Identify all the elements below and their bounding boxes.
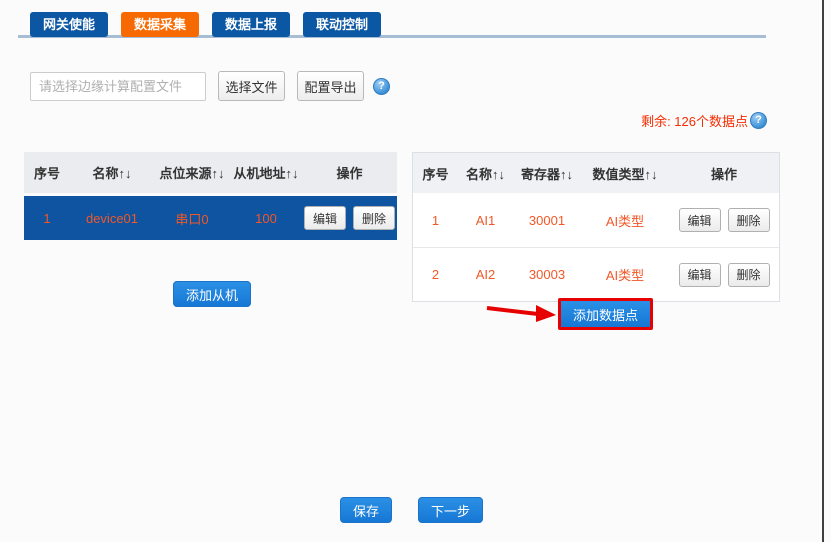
slave-table-row-selected[interactable]: 1 device01 串口0 100 编辑 删除 bbox=[24, 196, 397, 240]
edit-point-button[interactable]: 编辑 bbox=[679, 263, 721, 287]
delete-point-button[interactable]: 删除 bbox=[728, 208, 770, 232]
header-source-sort[interactable]: 点位来源↑↓ bbox=[154, 163, 230, 182]
save-button[interactable]: 保存 bbox=[340, 497, 392, 523]
cell-name: device01 bbox=[70, 211, 154, 226]
header-operation: 操作 bbox=[302, 163, 397, 182]
header-no: 序号 bbox=[24, 163, 70, 182]
remaining-points: 剩余: 126个数据点 ? bbox=[641, 111, 767, 130]
header-no: 序号 bbox=[413, 164, 458, 183]
slave-table: 序号 名称↑↓ 点位来源↑↓ 从机地址↑↓ 操作 1 device01 串口0 … bbox=[24, 152, 397, 240]
cell-type: AI类型 bbox=[581, 211, 669, 230]
point-table-row[interactable]: 1 AI1 30001 AI类型 编辑 删除 bbox=[413, 193, 779, 247]
header-address-sort[interactable]: 从机地址↑↓ bbox=[230, 163, 302, 182]
config-file-bar: 选择文件 配置导出 ? bbox=[30, 71, 390, 101]
cell-no: 1 bbox=[413, 213, 458, 228]
point-table-header: 序号 名称↑↓ 寄存器↑↓ 数值类型↑↓ 操作 bbox=[413, 153, 779, 193]
choose-file-button[interactable]: 选择文件 bbox=[218, 71, 285, 101]
cell-register: 30003 bbox=[513, 267, 581, 282]
header-name-sort[interactable]: 名称↑↓ bbox=[458, 164, 513, 183]
cell-name: AI2 bbox=[458, 267, 513, 282]
header-name-sort[interactable]: 名称↑↓ bbox=[70, 163, 154, 182]
point-table-row[interactable]: 2 AI2 30003 AI类型 编辑 删除 bbox=[413, 247, 779, 301]
add-slave-button[interactable]: 添加从机 bbox=[173, 281, 251, 307]
header-operation: 操作 bbox=[669, 164, 779, 183]
config-export-button[interactable]: 配置导出 bbox=[297, 71, 364, 101]
remaining-help-icon[interactable]: ? bbox=[750, 112, 767, 129]
cell-source: 串口0 bbox=[154, 209, 230, 228]
config-help-icon[interactable]: ? bbox=[373, 78, 390, 95]
remaining-points-text: 剩余: 126个数据点 bbox=[641, 111, 748, 130]
tab-data-collection[interactable]: 数据采集 bbox=[121, 12, 199, 37]
config-file-input[interactable] bbox=[30, 72, 206, 101]
cell-type: AI类型 bbox=[581, 265, 669, 284]
tab-gateway-enable[interactable]: 网关使能 bbox=[30, 12, 108, 37]
edit-point-button[interactable]: 编辑 bbox=[679, 208, 721, 232]
slave-table-header: 序号 名称↑↓ 点位来源↑↓ 从机地址↑↓ 操作 bbox=[24, 152, 397, 193]
cell-address: 100 bbox=[230, 211, 302, 226]
delete-slave-button[interactable]: 删除 bbox=[353, 206, 395, 230]
data-collection-page: 网关使能 数据采集 数据上报 联动控制 选择文件 配置导出 ? 剩余: 126个… bbox=[0, 0, 831, 542]
tab-data-report[interactable]: 数据上报 bbox=[212, 12, 290, 37]
header-type-sort[interactable]: 数值类型↑↓ bbox=[581, 164, 669, 183]
window-border bbox=[822, 0, 824, 542]
cell-no: 1 bbox=[24, 211, 70, 226]
edit-slave-button[interactable]: 编辑 bbox=[304, 206, 346, 230]
cell-no: 2 bbox=[413, 267, 458, 282]
point-table: 序号 名称↑↓ 寄存器↑↓ 数值类型↑↓ 操作 1 AI1 30001 AI类型… bbox=[412, 152, 780, 302]
tab-linkage-control[interactable]: 联动控制 bbox=[303, 12, 381, 37]
tab-bar: 网关使能 数据采集 数据上报 联动控制 bbox=[30, 12, 381, 37]
annotation-arrow-icon bbox=[486, 302, 558, 329]
next-step-button[interactable]: 下一步 bbox=[418, 497, 483, 523]
add-point-button[interactable]: 添加数据点 bbox=[558, 298, 653, 330]
header-register-sort[interactable]: 寄存器↑↓ bbox=[513, 164, 581, 183]
cell-name: AI1 bbox=[458, 213, 513, 228]
delete-point-button[interactable]: 删除 bbox=[728, 263, 770, 287]
cell-register: 30001 bbox=[513, 213, 581, 228]
